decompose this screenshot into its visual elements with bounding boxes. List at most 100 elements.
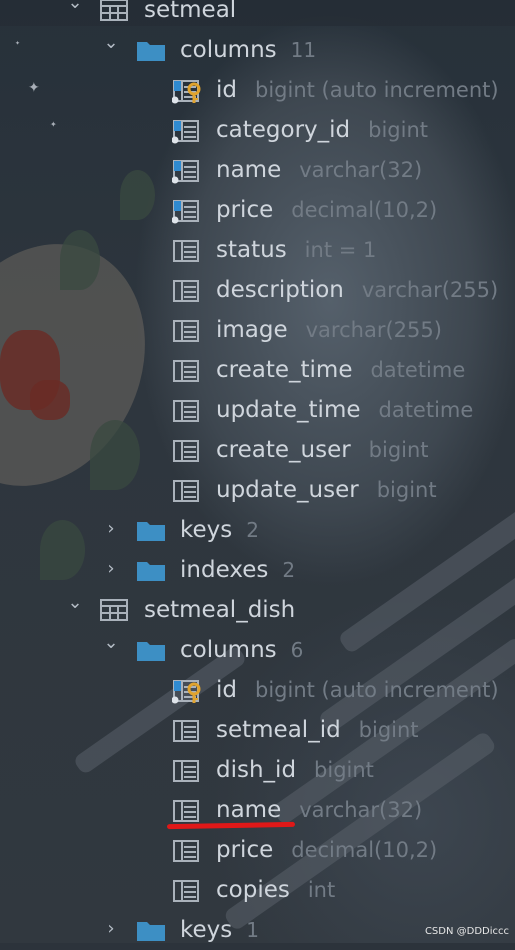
table-node[interactable]: ⌄ setmeal_dish <box>0 590 515 630</box>
node-label: columns <box>180 637 277 663</box>
database-tree[interactable]: ⌄ setmeal ⌄ columns 11 id bigint (auto increme… <box>0 0 515 943</box>
folder-icon <box>136 558 165 582</box>
column-row[interactable]: name varchar(32) <box>0 150 515 190</box>
column-row[interactable]: dish_id bigint <box>0 750 515 790</box>
indexed-column-icon <box>171 158 199 184</box>
column-icon <box>172 478 199 502</box>
folder-icon <box>136 38 165 62</box>
column-row[interactable]: update_user bigint <box>0 470 515 510</box>
column-type: bigint <box>368 118 428 142</box>
column-name: price <box>216 837 274 863</box>
column-icon <box>172 438 199 462</box>
column-icon <box>172 278 199 302</box>
child-count: 11 <box>290 38 317 62</box>
folder-node[interactable]: › indexes 2 <box>0 550 515 590</box>
watermark: CSDN @DDDiccc <box>424 926 509 937</box>
column-row[interactable]: image varchar(255) <box>0 310 515 350</box>
column-row[interactable]: id bigint (auto increment) <box>0 70 515 110</box>
column-name: copies <box>216 877 290 903</box>
column-type: bigint <box>376 478 437 502</box>
column-row[interactable]: id bigint (auto increment) <box>0 670 515 710</box>
column-name: dish_id <box>216 757 297 783</box>
column-name: description <box>216 277 344 303</box>
column-type: varchar(32) <box>299 798 423 822</box>
node-label: setmeal <box>144 0 237 23</box>
column-type: varchar(32) <box>299 158 423 182</box>
child-count: 2 <box>246 518 259 542</box>
column-name: setmeal_id <box>216 717 341 743</box>
folder-icon <box>136 638 165 662</box>
primary-key-column-icon <box>171 78 201 104</box>
chevron-right-icon[interactable]: › <box>100 918 122 940</box>
node-label: columns <box>180 37 277 63</box>
column-icon <box>172 878 199 902</box>
table-icon <box>100 598 128 622</box>
column-icon <box>172 358 199 382</box>
column-type: int <box>307 878 336 902</box>
column-row[interactable]: description varchar(255) <box>0 270 515 310</box>
indexed-column-icon <box>171 198 199 224</box>
child-count: 1 <box>246 918 259 942</box>
node-label: indexes <box>180 557 269 583</box>
column-name: id <box>216 677 237 703</box>
column-name: id <box>216 77 237 103</box>
column-row[interactable]: create_user bigint <box>0 430 515 470</box>
folder-icon <box>136 918 165 942</box>
column-icon <box>172 238 199 262</box>
column-type: bigint <box>314 758 374 782</box>
chevron-right-icon[interactable]: › <box>100 518 122 540</box>
column-icon <box>172 838 199 862</box>
folder-node[interactable]: ⌄ columns 11 <box>0 30 515 70</box>
column-type: varchar(255) <box>305 318 442 342</box>
column-type: bigint <box>368 438 429 462</box>
column-row[interactable]: create_time datetime <box>0 350 515 390</box>
column-name: category_id <box>216 117 351 143</box>
chevron-right-icon[interactable]: › <box>100 558 122 580</box>
column-icon <box>172 798 199 822</box>
column-row[interactable]: status int = 1 <box>0 230 515 270</box>
child-count: 2 <box>282 558 296 582</box>
column-name: status <box>216 237 287 263</box>
column-name: name <box>216 797 282 823</box>
column-name: price <box>216 197 274 223</box>
column-row[interactable]: price decimal(10,2) <box>0 190 515 230</box>
chevron-down-icon[interactable]: ⌄ <box>64 592 86 614</box>
column-name: create_user <box>216 437 351 463</box>
column-row[interactable]: category_id bigint <box>0 110 515 150</box>
column-type: varchar(255) <box>361 278 499 302</box>
folder-node[interactable]: › keys 2 <box>0 510 515 550</box>
column-name: name <box>216 157 282 183</box>
column-type: datetime <box>370 358 466 382</box>
folder-node[interactable]: ⌄ columns 6 <box>0 630 515 670</box>
column-row[interactable]: price decimal(10,2) <box>0 830 515 870</box>
node-label: setmeal_dish <box>144 597 296 623</box>
column-icon <box>172 718 199 742</box>
column-name: update_user <box>216 477 359 503</box>
column-type: bigint (auto increment) <box>254 678 499 702</box>
column-icon <box>172 758 199 782</box>
table-icon <box>100 0 128 22</box>
column-name: update_time <box>216 397 361 423</box>
table-node[interactable]: ⌄ setmeal <box>0 0 515 30</box>
column-name: create_time <box>216 357 353 383</box>
column-icon <box>172 318 199 342</box>
column-type: datetime <box>378 398 474 422</box>
column-name: image <box>216 317 288 343</box>
column-row[interactable]: update_time datetime <box>0 390 515 430</box>
column-row[interactable]: copies int <box>0 870 515 910</box>
column-type: decimal(10,2) <box>291 838 438 862</box>
folder-icon <box>136 518 165 542</box>
column-row[interactable]: setmeal_id bigint <box>0 710 515 750</box>
column-type: bigint <box>358 718 419 742</box>
chevron-down-icon[interactable]: ⌄ <box>64 0 86 14</box>
column-icon <box>172 398 199 422</box>
primary-key-column-icon <box>171 678 201 704</box>
chevron-down-icon[interactable]: ⌄ <box>100 632 122 654</box>
column-type: bigint (auto increment) <box>254 78 499 102</box>
column-type: decimal(10,2) <box>291 198 438 222</box>
node-label: keys <box>180 917 233 943</box>
child-count: 6 <box>290 638 304 662</box>
chevron-down-icon[interactable]: ⌄ <box>100 32 122 54</box>
node-label: keys <box>180 517 233 543</box>
column-type: int = 1 <box>304 238 377 262</box>
